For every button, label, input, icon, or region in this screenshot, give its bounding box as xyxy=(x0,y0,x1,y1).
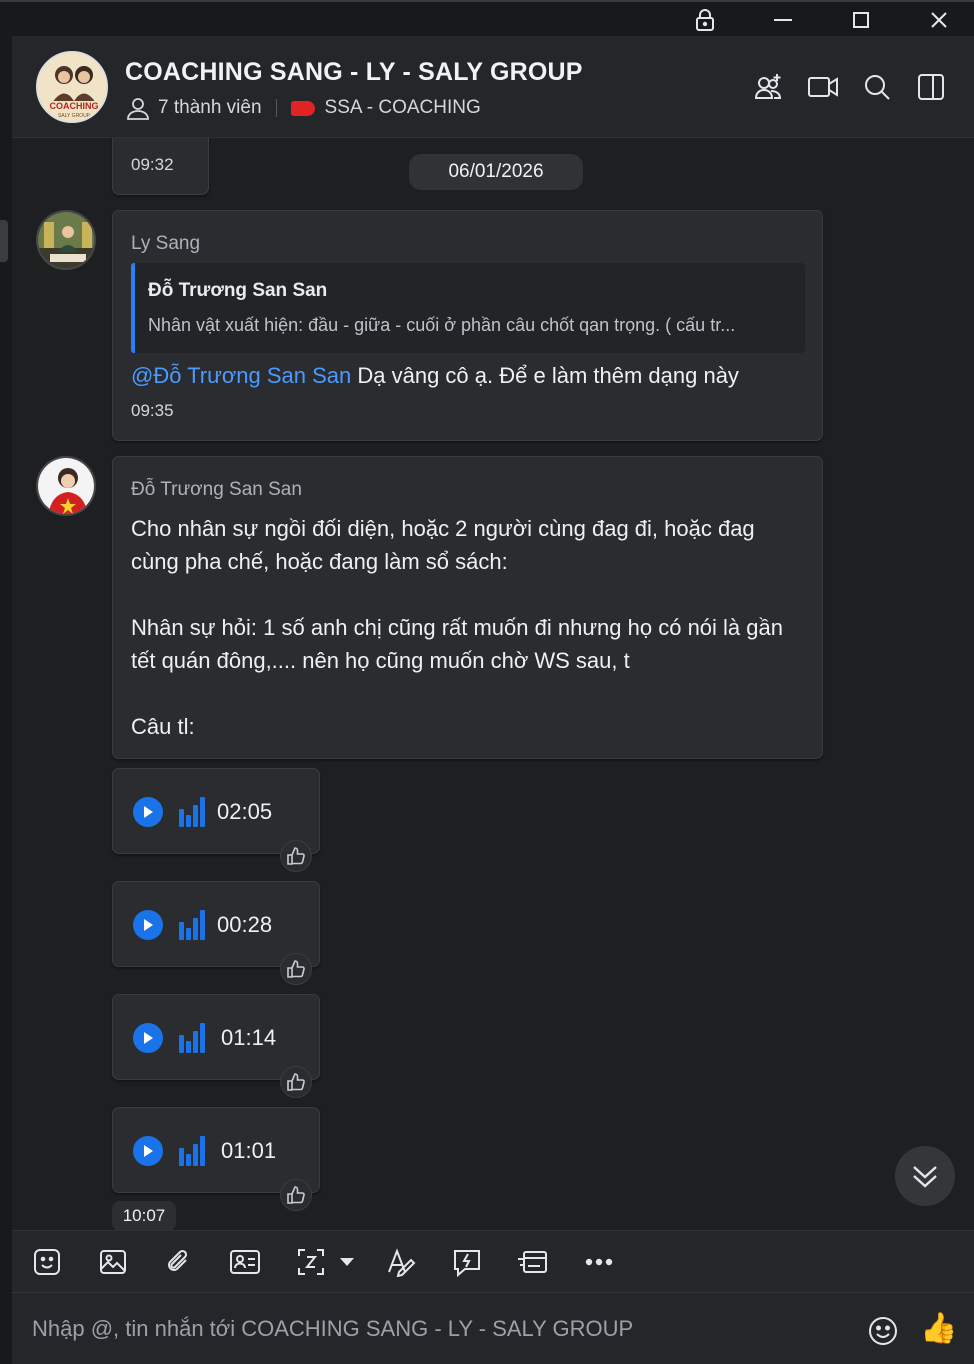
message-bubble[interactable]: Đỗ Trương San San Cho nhân sự ngồi đối d… xyxy=(112,456,823,759)
prev-message-bubble[interactable]: 09:32 xyxy=(112,138,209,195)
video-call-icon[interactable] xyxy=(805,69,841,105)
lock-icon[interactable] xyxy=(685,6,725,34)
more-icon[interactable] xyxy=(582,1245,616,1279)
text-format-icon[interactable] xyxy=(384,1245,418,1279)
message-body: Dạ vâng cô ạ. Để e làm thêm dạng này xyxy=(351,363,739,388)
message-input[interactable] xyxy=(32,1311,852,1347)
voice-duration: 01:01 xyxy=(221,1138,277,1163)
search-icon[interactable] xyxy=(859,69,895,105)
avatar[interactable] xyxy=(36,210,96,270)
minimize-icon[interactable] xyxy=(763,6,803,34)
message-text: @Đỗ Trương San San Dạ vâng cô ạ. Để e là… xyxy=(131,359,739,392)
message-text: Cho nhân sự ngồi đối diện, hoặc 2 người … xyxy=(131,512,783,743)
todo-icon[interactable] xyxy=(516,1245,550,1279)
group-title[interactable]: COACHING SANG - LY - SALY GROUP xyxy=(125,58,583,87)
quick-message-icon[interactable] xyxy=(450,1245,484,1279)
attachment-icon[interactable] xyxy=(162,1245,196,1279)
message-bubble[interactable]: Ly Sang Đỗ Trương San San Nhân vật xuất … xyxy=(112,210,823,441)
members-count[interactable]: 7 thành viên xyxy=(158,97,262,119)
react-like-icon[interactable] xyxy=(280,1066,312,1098)
close-icon[interactable] xyxy=(919,6,959,34)
waveform-icon xyxy=(179,1023,205,1053)
message-time: 09:32 xyxy=(131,155,174,174)
sender-name[interactable]: Ly Sang xyxy=(131,233,200,255)
message-line: cùng pha chế, hoặc đang làm sổ sách: xyxy=(131,549,508,574)
message-list[interactable]: 09:32 06/01/2026 Ly Sang Đỗ Trương San S… xyxy=(12,138,974,1230)
message-line: Cho nhân sự ngồi đối diện, hoặc 2 người … xyxy=(131,516,755,541)
message-composer: 👍 xyxy=(12,1292,974,1364)
react-like-icon[interactable] xyxy=(280,953,312,985)
message-line: tết quán đông,.... nên họ cũng muốn chờ … xyxy=(131,648,630,673)
composer-toolbar xyxy=(12,1230,974,1292)
double-chevron-down-icon xyxy=(913,1166,937,1188)
contact-card-icon[interactable] xyxy=(228,1245,262,1279)
play-icon[interactable] xyxy=(133,1136,163,1166)
voice-duration: 00:28 xyxy=(217,912,273,937)
avatar-text: COACHING xyxy=(50,101,99,111)
scroll-marker[interactable] xyxy=(0,220,8,262)
image-icon[interactable] xyxy=(96,1245,130,1279)
quote-sender: Đỗ Trương San San xyxy=(148,280,328,301)
play-icon[interactable] xyxy=(133,910,163,940)
message-time: 09:35 xyxy=(131,401,174,420)
message-line: Nhân sự hỏi: 1 số anh chị cũng rất muốn … xyxy=(131,615,783,640)
quoted-message[interactable]: Đỗ Trương San San Nhân vật xuất hiện: đầ… xyxy=(131,263,805,353)
group-subtitle: 7 thành viên SSA - COACHING xyxy=(126,96,481,120)
play-icon[interactable] xyxy=(133,1023,163,1053)
left-sidebar-strip xyxy=(0,36,12,1364)
add-member-icon[interactable] xyxy=(751,69,787,105)
voice-duration: 02:05 xyxy=(217,799,273,824)
divider xyxy=(275,99,277,117)
sticker-icon[interactable] xyxy=(30,1245,64,1279)
tag-icon xyxy=(290,100,315,116)
waveform-icon xyxy=(179,910,205,940)
waveform-icon xyxy=(179,797,205,827)
sidebar-toggle-icon[interactable] xyxy=(913,69,949,105)
message-line: Câu tl: xyxy=(131,714,195,739)
message-time: 10:07 xyxy=(112,1201,176,1230)
dropdown-icon[interactable] xyxy=(332,1245,362,1279)
avatar-subtext: SALY GROUP xyxy=(58,113,91,119)
maximize-icon[interactable] xyxy=(841,6,881,34)
sender-name[interactable]: Đỗ Trương San San xyxy=(131,479,302,501)
window-titlebar xyxy=(0,0,974,36)
avatar[interactable] xyxy=(36,456,96,516)
quick-like-button[interactable]: 👍 xyxy=(920,1311,957,1347)
screenshot-icon[interactable] xyxy=(294,1245,328,1279)
date-separator: 06/01/2026 xyxy=(409,154,583,190)
chat-header: COACHING SALY GROUP COACHING SANG - LY -… xyxy=(12,36,974,138)
react-like-icon[interactable] xyxy=(280,840,312,872)
play-icon[interactable] xyxy=(133,797,163,827)
tag-label[interactable]: SSA - COACHING xyxy=(325,97,481,119)
mention-link[interactable]: @Đỗ Trương San San xyxy=(131,363,351,388)
emoji-icon[interactable] xyxy=(866,1314,900,1348)
group-avatar[interactable]: COACHING SALY GROUP xyxy=(36,51,108,123)
scroll-to-bottom-button[interactable] xyxy=(895,1146,955,1206)
waveform-icon xyxy=(179,1136,205,1166)
members-icon[interactable] xyxy=(126,96,150,120)
react-like-icon[interactable] xyxy=(280,1179,312,1211)
quote-text: Nhân vật xuất hiện: đầu - giữa - cuối ở … xyxy=(148,315,736,335)
voice-duration: 01:14 xyxy=(221,1025,277,1050)
